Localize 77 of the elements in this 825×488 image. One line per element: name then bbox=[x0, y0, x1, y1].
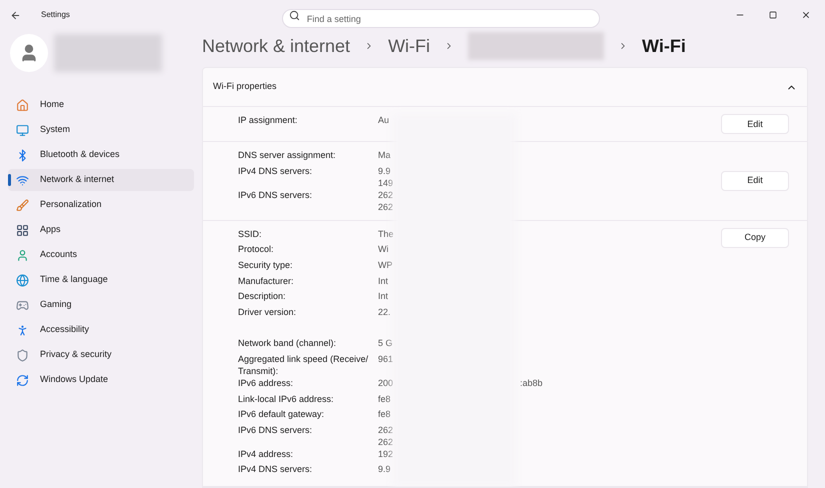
property-label: Link-local IPv6 address: bbox=[238, 392, 335, 406]
property-label: IPv4 DNS servers: bbox=[238, 164, 314, 178]
property-label: IPv6 address: bbox=[238, 377, 294, 390]
sidebar-item[interactable]: Accounts bbox=[8, 244, 194, 266]
property-value: Ma bbox=[378, 149, 392, 162]
close-icon[interactable] bbox=[801, 10, 811, 20]
property-value: Au bbox=[378, 114, 390, 126]
property-label: IPv6 DNS servers: bbox=[238, 424, 314, 437]
search-icon bbox=[288, 10, 300, 20]
sidebar-item[interactable]: Bluetooth & devices bbox=[8, 144, 194, 166]
sidebar-item[interactable]: Apps bbox=[8, 219, 194, 241]
property-value: 961 bbox=[378, 353, 392, 366]
accessibility-icon bbox=[16, 324, 29, 336]
sidebar-item[interactable]: System bbox=[8, 119, 194, 141]
property-value: 22. bbox=[378, 306, 392, 318]
property-label: DNS server assignment: bbox=[238, 149, 337, 162]
shield-icon bbox=[16, 348, 29, 362]
edit-button[interactable]: Edit bbox=[721, 114, 789, 134]
breadcrumb-link[interactable]: Network & internet bbox=[202, 32, 350, 60]
monitor-icon bbox=[16, 124, 29, 136]
property-value: 9.9 bbox=[378, 164, 392, 177]
property-value: WP bbox=[378, 259, 392, 272]
sidebar-item[interactable]: Windows Update bbox=[8, 369, 194, 391]
sidebar-item[interactable]: Privacy & security bbox=[8, 344, 194, 366]
brush-icon bbox=[16, 198, 29, 212]
property-value: 262 bbox=[378, 200, 392, 213]
property-label: IPv6 default gateway: bbox=[238, 408, 326, 422]
sidebar-item[interactable]: Accessibility bbox=[8, 319, 194, 341]
update-icon bbox=[16, 374, 29, 386]
page-title: Wi-Fi bbox=[642, 34, 686, 58]
property-value: fe8 bbox=[378, 408, 392, 420]
property-value: 192 bbox=[378, 448, 392, 460]
edit-button[interactable]: Edit bbox=[721, 171, 789, 192]
sidebar-item[interactable]: Time & language bbox=[8, 269, 194, 291]
breadcrumb-link[interactable]: Wi-Fi bbox=[388, 32, 430, 60]
globe-icon bbox=[16, 274, 29, 286]
property-value: 262 bbox=[378, 424, 392, 436]
apps-icon bbox=[16, 224, 29, 236]
window-title: Settings bbox=[41, 9, 70, 21]
person-icon bbox=[16, 248, 29, 262]
search-field[interactable]: Find a setting bbox=[282, 9, 600, 28]
property-value: 262 bbox=[378, 188, 392, 201]
property-value: 200 bbox=[378, 377, 392, 390]
property-value: 262 bbox=[378, 436, 392, 448]
property-label: Aggregated link speed (Receive/ Transmit): bbox=[238, 353, 370, 378]
property-value: fe8 bbox=[378, 392, 392, 405]
property-label: Security type: bbox=[238, 259, 294, 272]
gamepad-icon bbox=[16, 298, 29, 312]
property-label: Network band (channel): bbox=[238, 337, 338, 350]
property-label: IPv4 DNS servers: bbox=[238, 463, 314, 476]
property-value: 149 bbox=[378, 176, 392, 189]
property-value: Int bbox=[378, 274, 390, 287]
sidebar-item[interactable]: Home bbox=[8, 94, 194, 116]
property-value: Wi bbox=[378, 243, 390, 256]
property-value: The bbox=[378, 228, 392, 240]
property-label: IP assignment: bbox=[238, 114, 298, 128]
maximize-icon[interactable] bbox=[769, 11, 777, 19]
sidebar-item[interactable]: Gaming bbox=[8, 294, 194, 316]
property-value: 9.9 bbox=[378, 463, 392, 476]
property-label: Manufacturer: bbox=[238, 274, 295, 288]
property-label: Description: bbox=[238, 290, 287, 304]
property-label: IPv6 DNS servers: bbox=[238, 188, 314, 202]
property-label: IPv4 address: bbox=[238, 448, 294, 461]
sidebar-item[interactable]: Personalization bbox=[8, 194, 194, 216]
property-label: Driver version: bbox=[238, 306, 298, 319]
copy-button[interactable]: Copy bbox=[721, 228, 789, 248]
card-header[interactable]: Wi-Fi properties bbox=[203, 68, 807, 108]
bluetooth-icon bbox=[16, 148, 29, 162]
wifi-icon bbox=[16, 174, 29, 186]
property-label: SSID: bbox=[238, 228, 263, 241]
back-icon[interactable] bbox=[10, 10, 21, 20]
home-icon bbox=[16, 98, 29, 112]
sidebar-item[interactable]: Network & internet bbox=[8, 169, 194, 191]
property-value: Int bbox=[378, 290, 390, 302]
property-value: :ab8b bbox=[520, 377, 543, 390]
property-label: Protocol: bbox=[238, 243, 275, 256]
property-value: 5 G bbox=[378, 337, 392, 350]
